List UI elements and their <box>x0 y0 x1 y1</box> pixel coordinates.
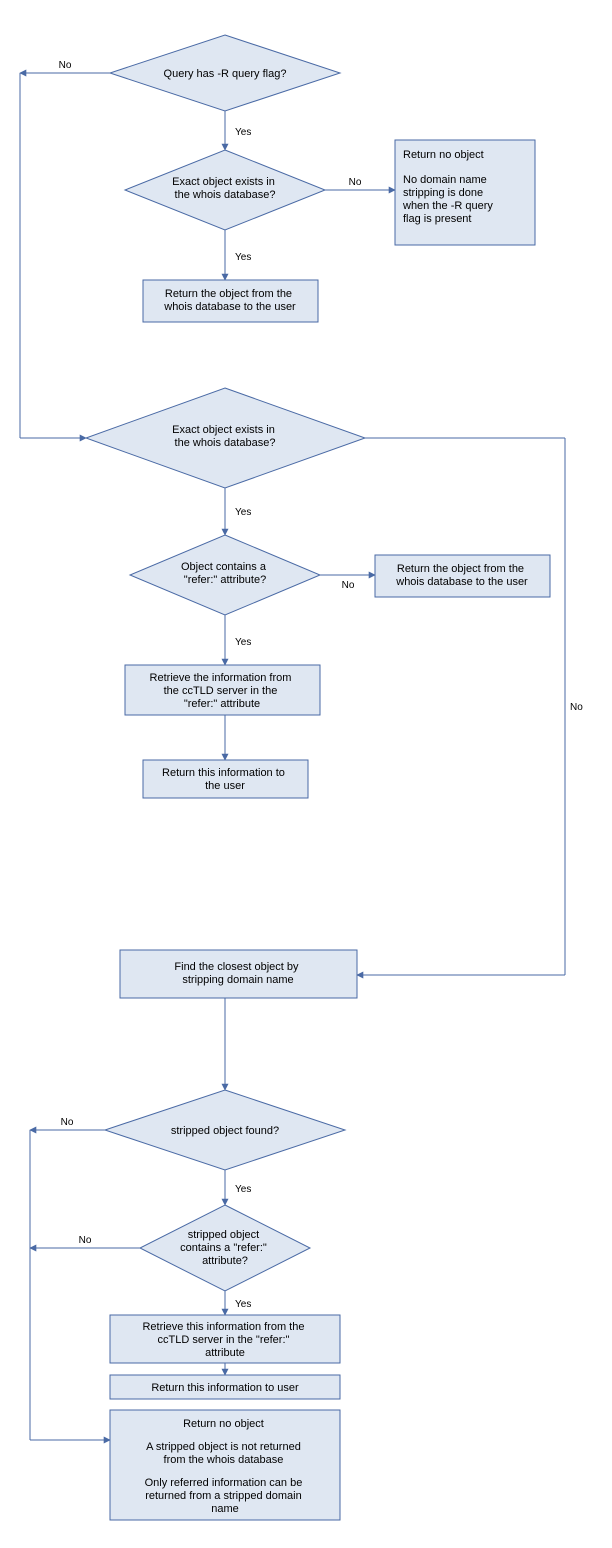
edge-d3-yes-label: Yes <box>235 507 251 518</box>
edge-d2-no: No <box>325 177 395 190</box>
process-return-object-2-label: Return the object from the whois databas… <box>395 563 528 588</box>
edge-d2-yes-label: Yes <box>235 252 251 263</box>
decision-exact-object-1-label: Exact object exists in the whois databas… <box>172 176 278 201</box>
process-retrieve-cctld-2: Retrieve this information from the ccTLD… <box>110 1315 340 1363</box>
process-return-info-2-label: Return this information to user <box>151 1382 299 1394</box>
decision-r-flag-label: Query has -R query flag? <box>164 68 287 80</box>
edge-d2-yes: Yes <box>225 230 251 280</box>
decision-refer-attr-1: Object contains a "refer:" attribute? <box>130 535 320 615</box>
edge-d5-yes: Yes <box>225 1170 251 1205</box>
edge-d4-no-label: No <box>342 580 355 591</box>
edge-d1-yes-label: Yes <box>235 127 251 138</box>
edge-d3-no: No <box>357 438 583 975</box>
decision-stripped-found-label: stripped object found? <box>171 1125 279 1137</box>
edge-d4-yes-label: Yes <box>235 637 251 648</box>
process-return-info-2: Return this information to user <box>110 1375 340 1399</box>
process-return-object-1-label: Return the object from the whois databas… <box>163 288 296 313</box>
decision-exact-object-2: Exact object exists in the whois databas… <box>86 388 365 488</box>
edge-d4-yes: Yes <box>225 615 251 665</box>
process-return-info-1: Return this information to the user <box>143 760 308 798</box>
edge-d2-no-label: No <box>349 177 362 188</box>
flowchart-canvas: Query has -R query flag? No Yes Exact ob… <box>0 0 612 1548</box>
edge-d6-no-label: No <box>79 1235 92 1246</box>
process-retrieve-cctld-1: Retrieve the information from the ccTLD … <box>125 665 320 715</box>
decision-exact-object-2-label: Exact object exists in the whois databas… <box>172 424 278 449</box>
edge-d1-no-label: No <box>59 60 72 71</box>
edge-d1-no: No <box>20 60 110 438</box>
decision-refer-attr-2: stripped object contains a "refer:" attr… <box>140 1205 310 1291</box>
process-no-object-r: Return no object No domain name strippin… <box>395 140 535 245</box>
decision-stripped-found: stripped object found? <box>105 1090 345 1170</box>
edge-d5-yes-label: Yes <box>235 1184 251 1195</box>
edge-d4-no: No <box>320 575 375 591</box>
edge-d3-no-label: No <box>570 702 583 713</box>
process-no-object-stripped: Return no object A stripped object is no… <box>110 1410 340 1520</box>
edge-d6-yes-label: Yes <box>235 1299 251 1310</box>
edge-d3-yes: Yes <box>225 488 251 535</box>
decision-r-flag: Query has -R query flag? <box>110 35 340 111</box>
edge-d5-no-label: No <box>61 1117 74 1128</box>
edge-d6-no: No <box>30 1235 140 1248</box>
process-strip-domain: Find the closest object by stripping dom… <box>120 950 357 998</box>
decision-refer-attr-1-label: Object contains a "refer:" attribute? <box>181 561 269 586</box>
process-return-object-1: Return the object from the whois databas… <box>143 280 318 322</box>
edge-d1-yes: Yes <box>225 111 251 150</box>
process-return-object-2: Return the object from the whois databas… <box>375 555 550 597</box>
edge-d5-no: No <box>30 1117 105 1440</box>
process-strip-domain-label: Find the closest object by stripping dom… <box>174 961 301 986</box>
decision-exact-object-1: Exact object exists in the whois databas… <box>125 150 325 230</box>
edge-d6-yes: Yes <box>225 1291 251 1315</box>
